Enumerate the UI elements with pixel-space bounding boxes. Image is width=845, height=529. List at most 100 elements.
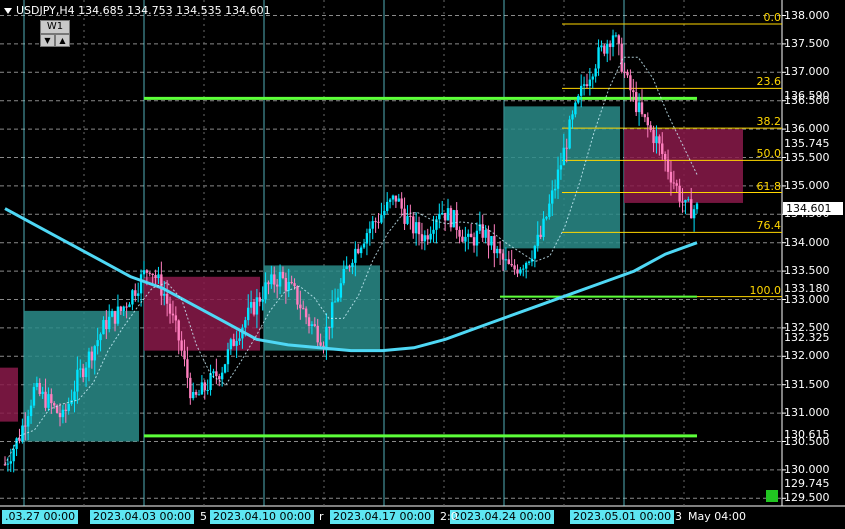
arrow-down-icon[interactable]: ▼	[40, 34, 55, 47]
candle-body	[336, 297, 340, 302]
price-label: 136.000	[784, 122, 830, 136]
price-label: 129.500	[784, 491, 830, 505]
candle-body	[574, 102, 577, 115]
candle-body	[110, 311, 114, 317]
candle-body	[469, 233, 473, 238]
candle-body	[267, 282, 270, 285]
time-label: .03.27 00:00	[2, 510, 79, 524]
menu-triangle-icon[interactable]	[4, 8, 12, 14]
candle-body	[539, 234, 542, 237]
candle-body	[119, 306, 123, 311]
candle-body	[284, 277, 288, 291]
candle-body	[296, 286, 299, 305]
candle-body	[165, 293, 169, 304]
candle-body	[50, 394, 53, 404]
time-label: 2023.04.17 00:00	[330, 510, 435, 524]
candle-body	[116, 306, 120, 324]
candle-body	[484, 229, 487, 238]
price-label-extra: 132.325	[784, 330, 830, 344]
candle-body	[522, 268, 525, 270]
candle-body	[93, 346, 96, 361]
candle-body	[377, 221, 380, 223]
candle-body	[281, 271, 285, 278]
candle-body	[690, 199, 693, 219]
price-label-extra: 136.590	[784, 88, 830, 102]
candle-body	[304, 308, 308, 318]
price-label: 135.000	[784, 178, 830, 192]
candle-body	[197, 394, 201, 396]
price-label: 133.500	[784, 264, 830, 278]
fib-level-label: 50.0	[756, 147, 782, 161]
candle-body	[192, 391, 195, 399]
candle-body	[496, 248, 499, 254]
candle-body	[58, 412, 62, 418]
scroll-indicator-icon[interactable]	[766, 490, 778, 502]
candle-body	[446, 208, 450, 221]
candle-body	[12, 448, 15, 462]
candle-body	[420, 234, 424, 242]
candle-body	[154, 274, 157, 278]
candle-body	[438, 213, 441, 220]
price-label: 130.000	[784, 462, 830, 476]
candle-body	[527, 261, 531, 263]
candle-body	[113, 311, 117, 324]
candle-body	[443, 212, 447, 221]
trading-chart-window[interactable]: { "header": { "symbol_line": "USDJPY,H4 …	[0, 0, 845, 529]
candle-body	[41, 391, 44, 394]
candle-body	[61, 409, 65, 418]
candle-body	[400, 198, 403, 209]
candle-body	[672, 182, 676, 184]
price-label: 137.000	[784, 65, 830, 79]
candle-body	[429, 233, 432, 240]
candle-body	[26, 416, 30, 427]
candle-body	[287, 281, 290, 291]
candle-body	[608, 43, 612, 47]
candle-body	[342, 268, 345, 284]
candle-body	[632, 90, 635, 93]
candle-body	[105, 320, 108, 330]
candle-body	[556, 169, 560, 189]
price-label-extra: 130.615	[784, 427, 830, 441]
candle-body	[545, 216, 548, 219]
candle-body	[226, 349, 230, 365]
candle-body	[394, 195, 398, 202]
candle-body	[76, 369, 79, 392]
candle-body	[261, 299, 264, 302]
candle-body	[81, 368, 85, 378]
candle-body	[273, 274, 276, 285]
fib-level-label: 23.6	[756, 75, 782, 89]
time-label: May 04:00	[688, 510, 746, 523]
candle-body	[501, 253, 505, 260]
candle-body	[293, 283, 296, 287]
chart-canvas[interactable]	[0, 0, 845, 529]
candle-body	[513, 265, 516, 270]
candle-body	[565, 147, 568, 149]
candle-body	[90, 351, 94, 361]
candle-body	[15, 438, 18, 449]
candle-body	[186, 359, 189, 378]
candle-body	[634, 92, 638, 113]
timeframe-button[interactable]: W1	[40, 20, 70, 34]
candle-body	[359, 247, 363, 254]
arrow-up-icon[interactable]: ▲	[55, 34, 70, 47]
candle-body	[504, 259, 508, 261]
price-label: 131.000	[784, 406, 830, 420]
candle-body	[516, 269, 519, 274]
candle-body	[238, 338, 241, 341]
candle-body	[559, 165, 563, 170]
candle-body	[380, 215, 383, 223]
candle-body	[357, 248, 360, 254]
supply-zone	[624, 129, 743, 203]
candle-body	[510, 263, 513, 266]
candle-body	[209, 373, 212, 391]
candle-body	[134, 290, 137, 296]
time-label-partial: 5	[200, 510, 207, 523]
candle-body	[247, 307, 250, 321]
candle-body	[542, 218, 545, 237]
candle-body	[316, 325, 319, 343]
candle-body	[452, 210, 455, 228]
candle-body	[669, 171, 673, 183]
candle-body	[472, 237, 476, 246]
candle-body	[313, 324, 317, 326]
candle-body	[449, 208, 453, 228]
